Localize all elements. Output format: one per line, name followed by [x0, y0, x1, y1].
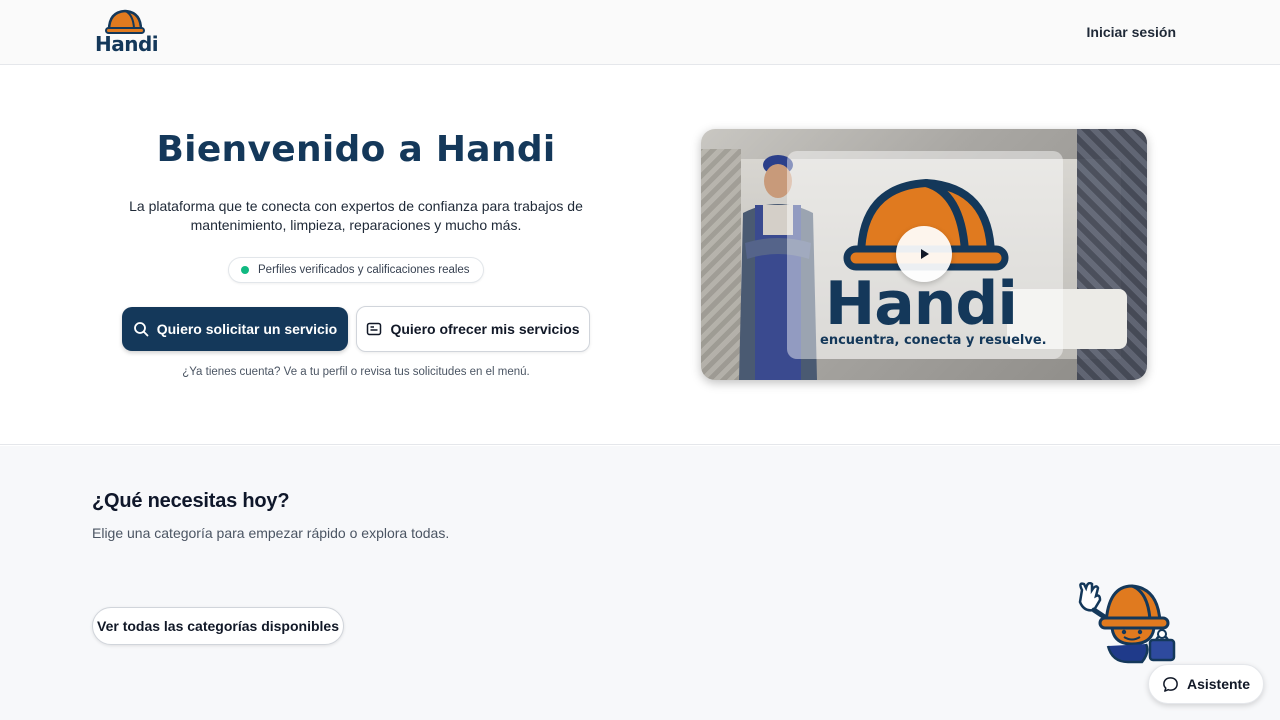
- hero-subtitle: La plataforma que te conecta con experto…: [129, 198, 583, 233]
- account-hint: ¿Ya tienes cuenta? Ve a tu perfil o revi…: [182, 366, 530, 378]
- hero-section: Bienvenido a Handi La plataforma que te …: [0, 65, 1280, 445]
- hero-title: Bienvenido a Handi: [156, 129, 556, 170]
- offer-services-button[interactable]: Quiero ofrecer mis servicios: [356, 306, 590, 352]
- id-card-icon: [367, 322, 382, 336]
- categories-title: ¿Qué necesitas hoy?: [92, 490, 290, 512]
- play-button[interactable]: [896, 226, 952, 282]
- offer-services-label: Quiero ofrecer mis servicios: [390, 321, 580, 337]
- search-icon: [133, 322, 149, 337]
- handi-logo[interactable]: Handi: [95, 8, 159, 56]
- verified-badge-text: Perfiles verificados y calificaciones re…: [258, 264, 470, 276]
- status-dot-icon: [241, 266, 249, 274]
- assistant-label: Asistente: [1186, 676, 1251, 692]
- top-navbar: Handi Iniciar sesión: [0, 0, 1280, 65]
- mascot-icon: [1078, 582, 1176, 664]
- video-tagline: encuentra, conecta y resuelve.: [820, 333, 1047, 348]
- logo-wordmark: Handi: [95, 32, 159, 56]
- request-service-label: Quiero solicitar un servicio: [156, 321, 338, 337]
- play-icon: [921, 249, 929, 259]
- view-all-categories-button[interactable]: Ver todas las categorías disponibles: [92, 607, 344, 645]
- login-link[interactable]: Iniciar sesión: [1087, 24, 1176, 40]
- request-service-button[interactable]: Quiero solicitar un servicio: [122, 307, 348, 351]
- assistant-button[interactable]: Asistente: [1148, 664, 1264, 704]
- categories-subtitle: Elige una categoría para empezar rápido …: [92, 525, 450, 541]
- promo-video[interactable]: Handi encuentra, conecta y resuelve.: [701, 129, 1147, 380]
- verified-badge: Perfiles verificados y calificaciones re…: [228, 257, 484, 283]
- chat-bubble-icon: [1163, 676, 1178, 692]
